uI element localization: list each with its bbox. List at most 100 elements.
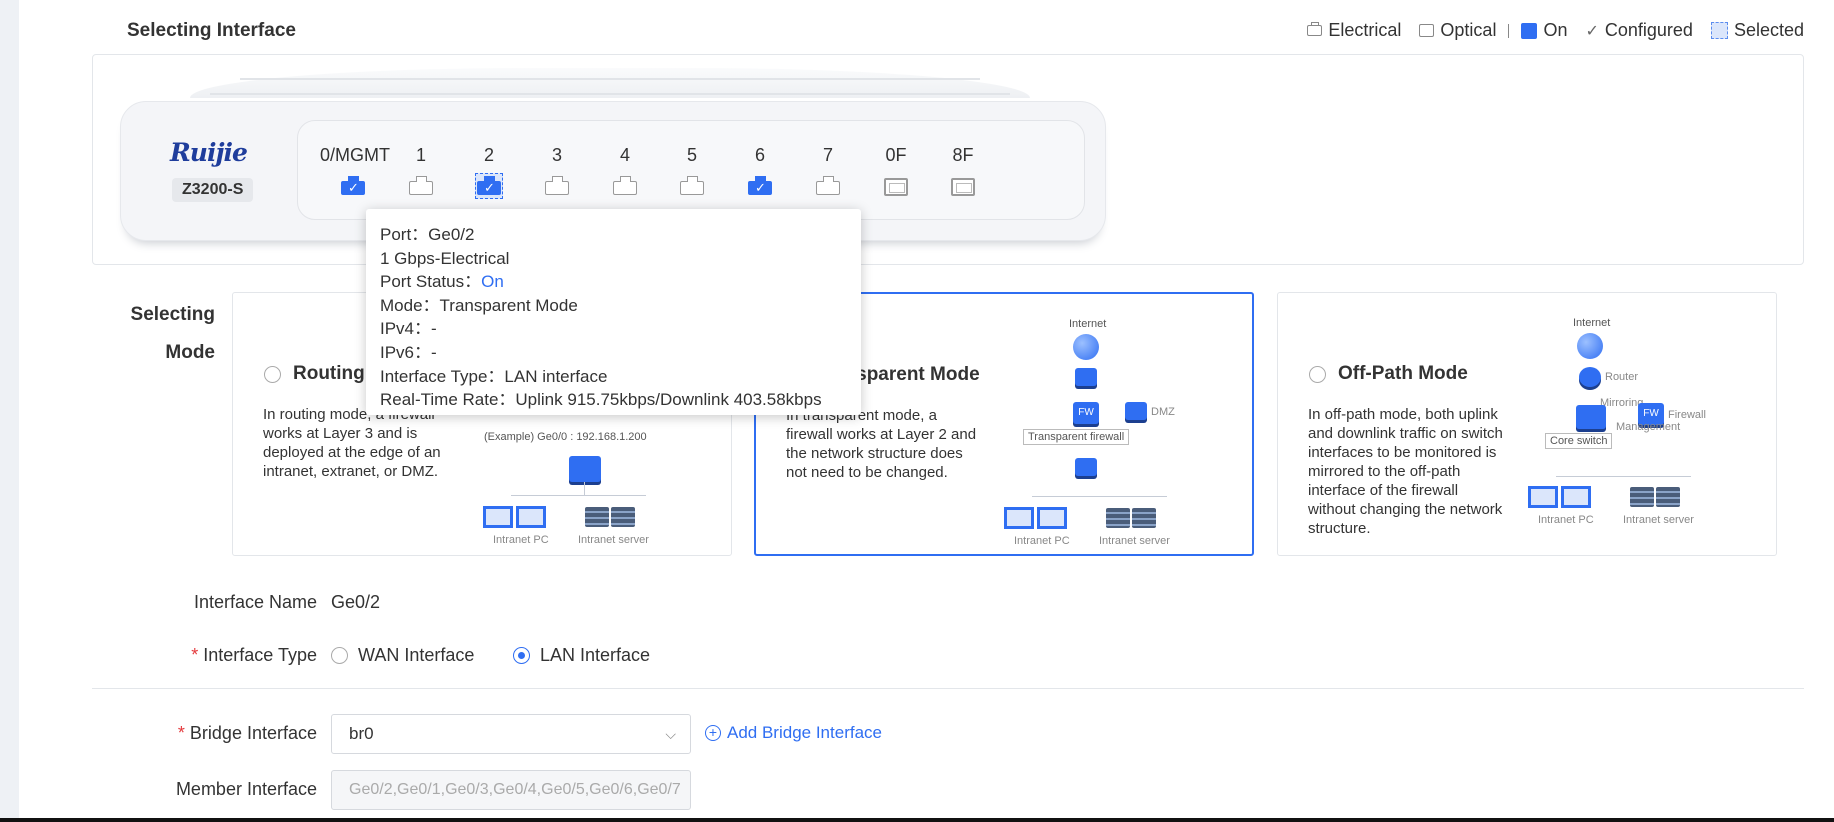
port-8f[interactable]: 8F — [930, 145, 996, 197]
electrical-port-icon[interactable] — [543, 173, 571, 197]
diagram-internet-label: Internet — [1573, 317, 1611, 329]
device-top-line — [240, 78, 980, 80]
port-2[interactable]: 2 ✓ — [456, 145, 522, 199]
electrical-port-icon[interactable]: ✓ — [746, 173, 774, 197]
off-path-mode-radio[interactable] — [1309, 366, 1326, 383]
dmz-node-icon — [1125, 402, 1147, 420]
router-icon — [569, 456, 601, 482]
device-model: Z3200-S — [172, 178, 254, 202]
diagram-line — [511, 495, 646, 496]
diagram-router-label: Router — [1605, 371, 1639, 383]
pc-icon — [1561, 486, 1591, 508]
diagram-line — [584, 482, 585, 495]
diagram-server-label: Intranet server — [1623, 514, 1694, 526]
add-bridge-interface-link[interactable]: + Add Bridge Interface — [705, 723, 882, 743]
port-label: 2 — [483, 145, 494, 165]
legend-separator — [1508, 23, 1510, 38]
check-icon: ✓ — [484, 180, 495, 195]
diagram-pc-label: Intranet PC — [493, 534, 549, 546]
port-5[interactable]: 5 — [659, 145, 725, 197]
legend-configured-label: Configured — [1604, 20, 1693, 40]
server-icon — [611, 507, 635, 527]
off-path-mode-diagram: Internet Router Mirroring FW Firewall Ma… — [1516, 311, 1756, 546]
legend-on-label: On — [1543, 20, 1568, 40]
server-icon — [1630, 487, 1654, 507]
server-icon — [1132, 508, 1156, 528]
tooltip-mode: Mode：Transparent Mode — [380, 295, 578, 315]
pc-icon — [1528, 486, 1558, 508]
tooltip-status-value: On — [481, 272, 504, 292]
interface-type-label-text: Interface Type — [203, 645, 317, 665]
port-4[interactable]: 4 — [592, 145, 658, 197]
port-1[interactable]: 1 — [388, 145, 454, 197]
required-mark: * — [191, 645, 199, 665]
diagram-dmz-label: DMZ — [1151, 406, 1175, 418]
electrical-port-icon[interactable] — [814, 173, 842, 197]
port-0-mgmt[interactable]: 0/MGMT ✓ — [320, 145, 390, 197]
transparent-mode-diagram: Internet FW DMZ Transparent firewall Int… — [992, 312, 1232, 547]
electrical-port-shape — [680, 176, 704, 195]
port-3[interactable]: 3 — [524, 145, 590, 197]
legend-optical: Optical — [1419, 20, 1496, 41]
pc-icon — [1004, 507, 1034, 529]
tooltip-port: Port：Ge0/2 — [380, 225, 475, 244]
off-path-mode-title: Off-Path Mode — [1338, 363, 1468, 384]
on-swatch-icon — [1521, 22, 1538, 39]
tooltip-ipv6: IPv6：- — [380, 342, 437, 362]
lan-radio[interactable] — [513, 647, 530, 664]
switch-icon — [1075, 458, 1097, 476]
check-icon: ✓ — [755, 180, 766, 195]
electrical-port-icon[interactable]: ✓ — [339, 173, 367, 197]
electrical-port-icon[interactable]: ✓ — [475, 173, 503, 199]
optical-port-icon[interactable] — [949, 173, 977, 197]
brand-logo: Ruijie — [170, 138, 248, 167]
diagram-server-label: Intranet server — [1099, 535, 1170, 547]
electrical-port-shape — [613, 176, 637, 195]
legend-selected: Selected — [1710, 20, 1804, 41]
port-label: 6 — [754, 145, 765, 165]
legend-optical-label: Optical — [1440, 20, 1497, 40]
port-legend: Electrical Optical On ✓ Configured Select… — [1297, 20, 1804, 41]
diagram-mirroring-label: Mirroring — [1600, 397, 1644, 409]
form-divider — [92, 688, 1804, 689]
electrical-port-icon[interactable] — [611, 173, 639, 197]
plus-circle-icon: + — [705, 725, 721, 741]
legend-electrical: Electrical — [1307, 20, 1401, 41]
electrical-port-shape: ✓ — [341, 176, 365, 195]
interface-name-value: Ge0/2 — [331, 592, 381, 612]
mode-label-line1: Selecting — [130, 304, 215, 325]
legend-on: On — [1521, 20, 1567, 41]
optical-port-icon[interactable] — [882, 173, 910, 197]
bridge-interface-label-text: Bridge Interface — [189, 723, 317, 743]
wan-interface-option[interactable]: WAN Interface — [331, 645, 474, 666]
optical-port-icon — [1419, 24, 1435, 37]
bridge-interface-select[interactable]: br0 ⌵ — [331, 714, 691, 754]
diagram-pc-label: Intranet PC — [1014, 535, 1070, 547]
tooltip-ipv4: IPv4：- — [380, 319, 437, 339]
tooltip-status: Port Status：On — [380, 270, 847, 294]
lan-option-label: LAN Interface — [540, 645, 651, 665]
port-0f[interactable]: 0F — [863, 145, 929, 197]
port-label: 7 — [822, 145, 833, 165]
routing-mode-radio[interactable] — [264, 366, 281, 383]
diagram-line — [1556, 476, 1691, 477]
selected-swatch-icon — [1710, 22, 1728, 39]
diagram-example-label: (Example) Ge0/0 : 192.168.1.200 — [484, 431, 647, 443]
section-title: Selecting Interface — [127, 20, 296, 41]
electrical-port-icon[interactable] — [407, 173, 435, 197]
pc-icon — [516, 506, 546, 528]
electrical-port-icon[interactable] — [678, 173, 706, 197]
optical-port-shape — [884, 178, 908, 196]
port-7[interactable]: 7 — [795, 145, 861, 197]
left-edge — [0, 0, 19, 822]
diagram-server-label: Intranet server — [578, 534, 649, 546]
routing-mode-description: In routing mode, a firewall works at Lay… — [263, 406, 441, 480]
optical-port-shape — [951, 178, 975, 196]
core-switch-icon — [1576, 405, 1606, 429]
mode-card-off-path[interactable]: Off-Path Mode In off-path mode, both upl… — [1277, 292, 1777, 556]
port-6[interactable]: 6 ✓ — [727, 145, 793, 197]
lan-interface-option[interactable]: LAN Interface — [513, 645, 650, 666]
wan-radio[interactable] — [331, 647, 348, 664]
wan-option-label: WAN Interface — [358, 645, 475, 665]
member-interface-field[interactable]: Ge0/2,Ge0/1,Ge0/3,Ge0/4,Ge0/5,Ge0/6,Ge0/… — [331, 770, 691, 810]
